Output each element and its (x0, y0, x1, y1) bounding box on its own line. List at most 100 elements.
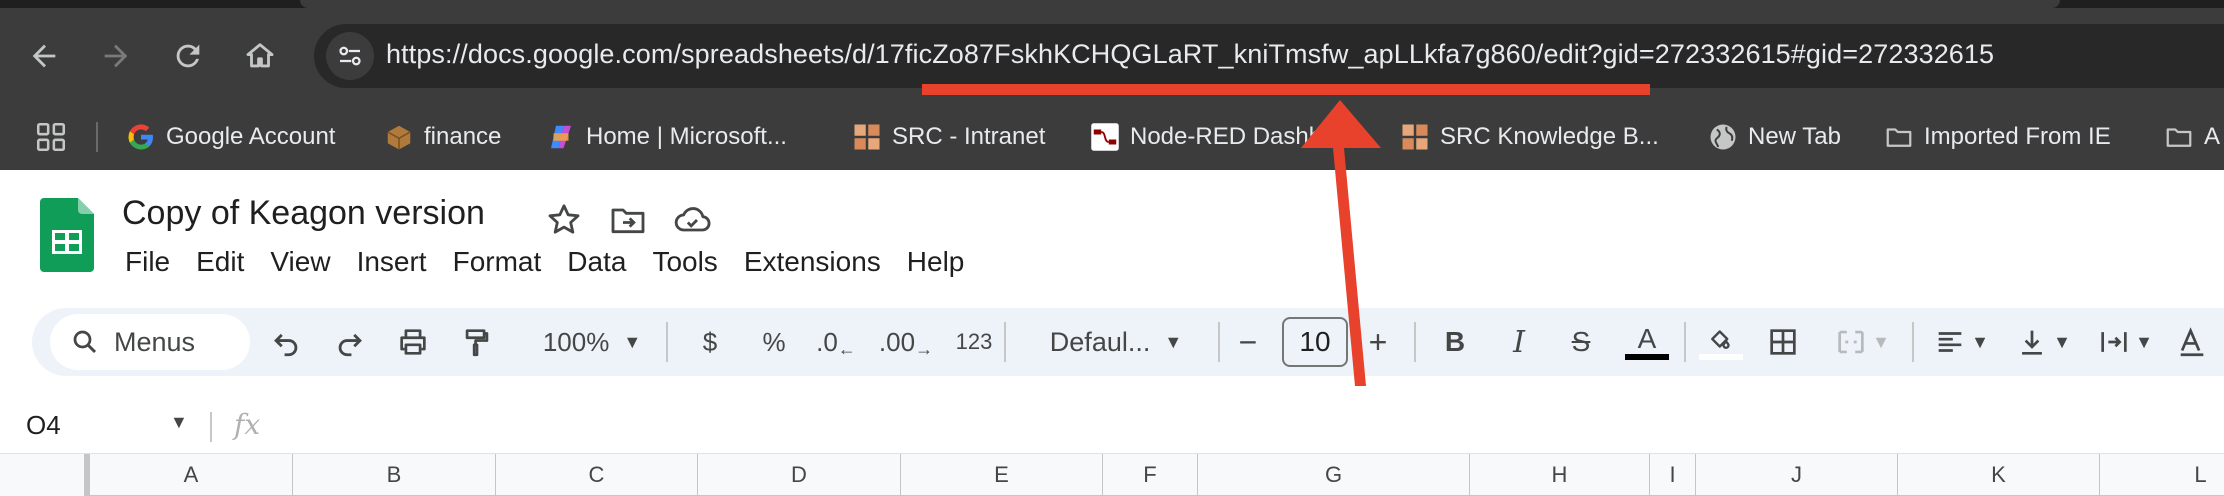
toolbar-separator (1218, 322, 1220, 362)
bookmark-finance[interactable]: finance (384, 116, 501, 158)
currency-label: $ (702, 326, 718, 357)
cloud-saved-icon[interactable] (672, 200, 712, 240)
formula-separator (210, 412, 212, 442)
bookmark-label: Home | Microsoft... (586, 123, 787, 150)
merge-cells-icon (1838, 330, 1864, 354)
apps-grid-icon[interactable] (34, 120, 68, 154)
zoom-select[interactable]: 100% ▼ (522, 320, 662, 364)
bookmark-src-intranet[interactable]: SRC - Intranet (852, 116, 1045, 158)
active-tab-edge[interactable] (300, 0, 2060, 8)
font-family-value: Defaul... (1049, 326, 1151, 357)
toolbar-separator (1684, 322, 1686, 362)
package-icon (384, 122, 414, 152)
arrow-right-icon: → (915, 338, 934, 359)
address-bar[interactable]: https://docs.google.com/spreadsheets/d/1… (314, 24, 2224, 88)
bookmark-label: Node-RED Dashb... (1130, 123, 1343, 150)
currency-format-button[interactable]: $ (688, 320, 732, 364)
tune-icon (339, 46, 361, 66)
url-text[interactable]: https://docs.google.com/spreadsheets/d/1… (386, 39, 1994, 70)
column-header[interactable]: A (90, 454, 293, 496)
column-header[interactable]: B (293, 454, 496, 496)
text-wrap-icon (2101, 332, 2127, 352)
caret-down-icon: ▼ (2135, 331, 2153, 352)
undo-button[interactable] (264, 320, 308, 364)
bookmark-node-red[interactable]: Node-RED Dashb... (1090, 116, 1342, 158)
document-title[interactable]: Copy of Keagon version (122, 194, 485, 233)
menu-extensions[interactable]: Extensions (731, 242, 894, 286)
forward-button[interactable] (90, 30, 142, 82)
decrease-decimal-button[interactable]: .0 ← (808, 320, 864, 364)
menu-tools[interactable]: Tools (639, 242, 730, 286)
menu-edit[interactable]: Edit (183, 242, 257, 286)
percent-format-button[interactable]: % (752, 320, 796, 364)
column-header[interactable]: F (1103, 454, 1198, 496)
column-header[interactable]: G (1198, 454, 1470, 496)
bookmark-new-tab[interactable]: New Tab (1708, 116, 1841, 158)
search-icon (73, 330, 97, 354)
align-bottom-icon (2022, 330, 2042, 355)
bold-button[interactable]: B (1432, 320, 1478, 364)
back-button[interactable] (18, 30, 70, 82)
caret-down-icon: ▼ (623, 331, 642, 352)
home-button[interactable] (234, 30, 286, 82)
paint-format-button[interactable] (452, 320, 502, 364)
star-icon[interactable] (544, 200, 584, 240)
caret-down-icon[interactable]: ▼ (170, 412, 188, 433)
column-header[interactable]: E (901, 454, 1103, 496)
borders-button[interactable] (1758, 320, 1808, 364)
text-wrapping-button[interactable]: ▼ (2090, 320, 2160, 364)
caret-down-icon: ▼ (1971, 331, 1989, 352)
menu-insert[interactable]: Insert (344, 242, 440, 286)
redo-button[interactable] (328, 320, 372, 364)
text-rotation-button[interactable] (2172, 320, 2212, 364)
back-arrow-icon (32, 44, 56, 68)
horizontal-align-button[interactable]: ▼ (1926, 320, 1996, 364)
bookmark-folder-a[interactable]: A (2164, 116, 2220, 158)
print-button[interactable] (388, 320, 438, 364)
merge-cells-button[interactable]: ▼ (1822, 320, 1902, 364)
font-size-input[interactable]: 10 (1282, 317, 1348, 367)
name-box[interactable]: O4 (26, 410, 61, 441)
reload-button[interactable] (162, 30, 214, 82)
vertical-align-button[interactable]: ▼ (2008, 320, 2078, 364)
bookmark-google-account[interactable]: Google Account (126, 116, 335, 158)
browser-toolbar: https://docs.google.com/spreadsheets/d/1… (0, 8, 2224, 104)
bookmark-folder-imported[interactable]: Imported From IE (1884, 116, 2111, 158)
menu-help[interactable]: Help (894, 242, 978, 286)
copilot-icon (546, 122, 576, 152)
menu-view[interactable]: View (257, 242, 343, 286)
column-header[interactable]: K (1898, 454, 2100, 496)
column-header[interactable]: J (1696, 454, 1898, 496)
font-family-select[interactable]: Defaul... ▼ (1028, 320, 1204, 364)
column-header[interactable]: H (1470, 454, 1650, 496)
site-info-button[interactable] (326, 32, 374, 80)
text-color-swatch (1625, 354, 1669, 360)
number-format-button[interactable]: 123 (944, 320, 1004, 364)
paint-bucket-icon (1711, 330, 1730, 349)
strikethrough-button[interactable]: S (1558, 320, 1604, 364)
column-header[interactable]: D (698, 454, 901, 496)
bookmark-microsoft-home[interactable]: Home | Microsoft... (546, 116, 787, 158)
print-icon (400, 329, 426, 355)
select-all-corner[interactable] (0, 454, 90, 496)
column-header[interactable]: L (2100, 454, 2224, 496)
decrease-font-size-button[interactable]: − (1230, 320, 1266, 364)
fill-color-button[interactable] (1696, 320, 1746, 364)
increase-decimal-button[interactable]: .00 → (876, 320, 936, 364)
paint-format-icon (465, 329, 489, 357)
menu-data[interactable]: Data (554, 242, 639, 286)
increase-font-size-button[interactable]: + (1360, 320, 1396, 364)
italic-label: I (1513, 324, 1525, 360)
column-header[interactable]: C (496, 454, 698, 496)
search-menus-button[interactable]: Menus (50, 314, 250, 370)
menu-file[interactable]: File (112, 242, 183, 286)
caret-down-icon: ▼ (1872, 331, 1890, 352)
google-sheets-logo[interactable] (40, 198, 94, 272)
formatting-toolbar: Menus 100% ▼ $ % .0 ← .00 → 123 Defaul... … (32, 308, 2224, 376)
column-header[interactable]: I (1650, 454, 1696, 496)
move-to-folder-icon[interactable] (608, 200, 648, 240)
bookmark-src-knowledge[interactable]: SRC Knowledge B... (1400, 116, 1659, 158)
text-color-button[interactable]: A (1622, 320, 1672, 364)
italic-button[interactable]: I (1496, 320, 1542, 364)
menu-format[interactable]: Format (440, 242, 555, 286)
